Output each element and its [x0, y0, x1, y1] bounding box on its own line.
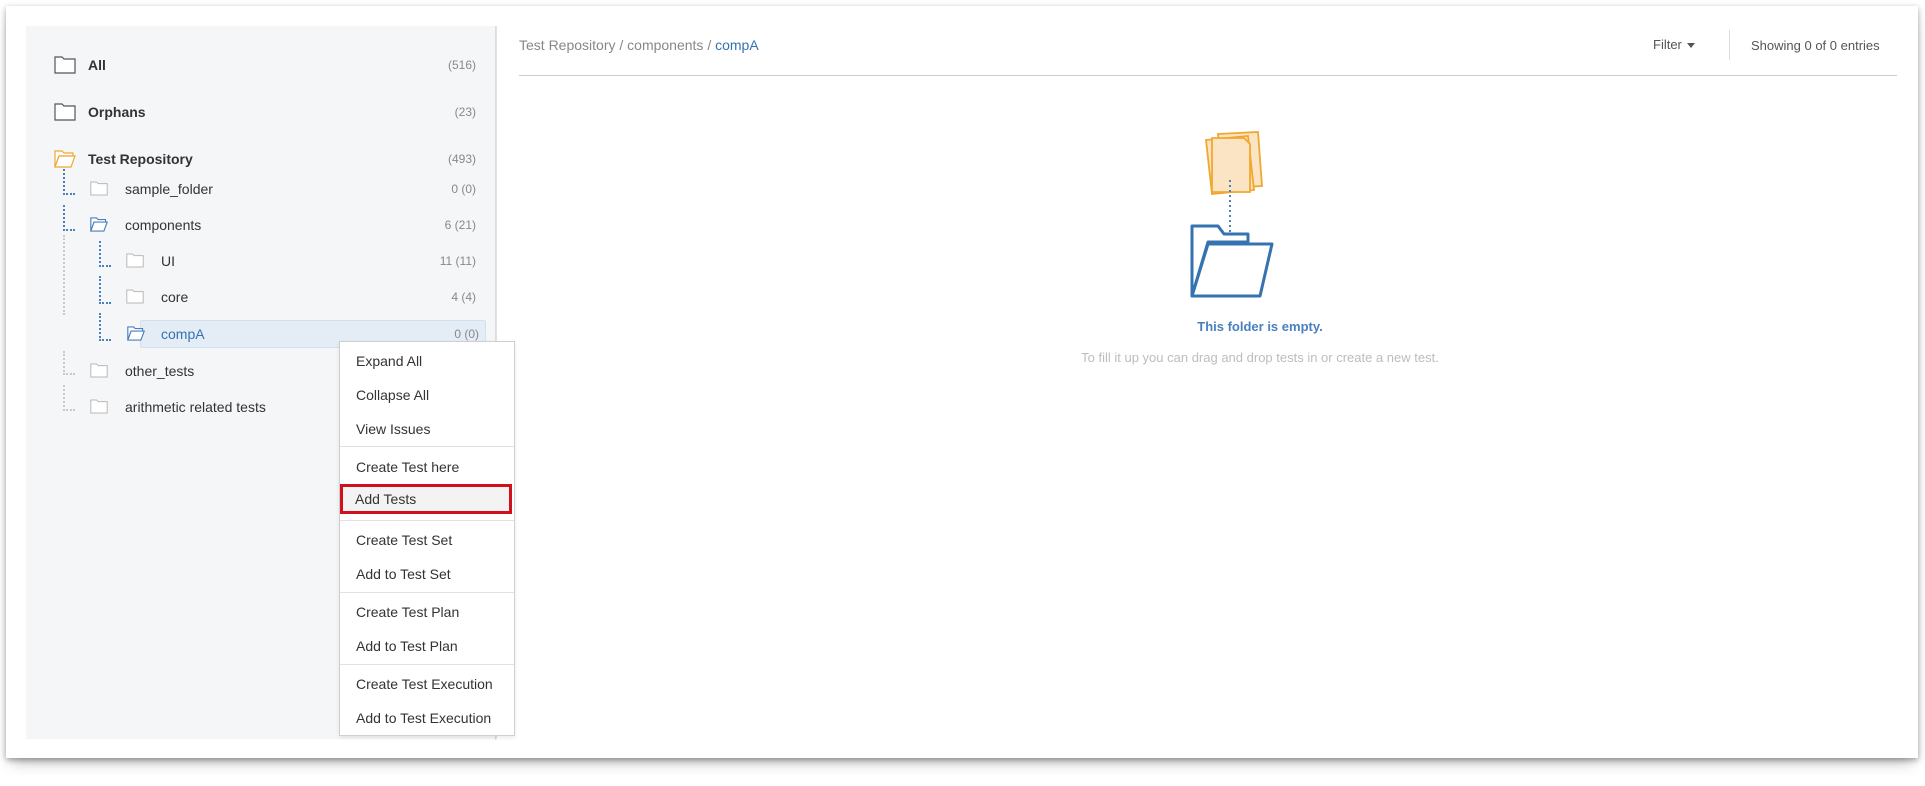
filter-label: Filter	[1653, 37, 1682, 52]
tree-item-count: 6 (21)	[444, 218, 476, 232]
tree-item-label: compA	[161, 326, 205, 342]
empty-state-subtitle: To fill it up you can drag and drop test…	[1081, 350, 1439, 365]
breadcrumb-separator: /	[615, 37, 628, 53]
folder-icon	[54, 103, 76, 121]
breadcrumb-link-components[interactable]: components	[627, 37, 703, 53]
menu-divider	[340, 592, 514, 593]
header-divider	[519, 75, 1897, 76]
tree-item-sample-folder[interactable]: sample_folder 0 (0)	[26, 174, 496, 204]
breadcrumb-link-test-repository[interactable]: Test Repository	[519, 37, 615, 53]
menu-item-create-test-set[interactable]: Create Test Set	[340, 525, 514, 555]
entries-count: Showing 0 of 0 entries	[1751, 38, 1880, 53]
folder-icon	[90, 363, 108, 378]
context-menu: Expand All Collapse All View Issues Crea…	[339, 341, 515, 736]
breadcrumb-current: compA	[715, 37, 759, 53]
tree-item-label: UI	[161, 253, 175, 269]
menu-item-add-to-test-set[interactable]: Add to Test Set	[340, 559, 514, 589]
menu-item-expand-all[interactable]: Expand All	[340, 346, 514, 376]
menu-item-collapse-all[interactable]: Collapse All	[340, 380, 514, 410]
tree-item-components[interactable]: components 6 (21)	[26, 210, 496, 240]
folder-open-icon	[90, 217, 108, 232]
menu-item-view-issues[interactable]: View Issues	[340, 414, 514, 444]
empty-state-title: This folder is empty.	[1197, 319, 1323, 334]
filter-dropdown[interactable]: Filter	[1653, 37, 1695, 52]
empty-folder-illustration	[1190, 131, 1274, 298]
folder-icon	[54, 56, 76, 74]
documents-icon	[1205, 131, 1263, 195]
caret-down-icon	[1686, 43, 1695, 49]
tree-item-count: (516)	[447, 58, 476, 72]
tree-item-count: 4 (4)	[451, 290, 476, 304]
tree-item-label: components	[125, 217, 202, 233]
tree-item-label: All	[88, 57, 106, 73]
tree-item-all[interactable]: All (516)	[26, 50, 496, 80]
tree-item-count: 0 (0)	[451, 182, 476, 196]
tree-item-count: (23)	[454, 105, 476, 119]
folder-icon	[90, 181, 108, 196]
tree-item-orphans[interactable]: Orphans (23)	[26, 97, 496, 127]
menu-item-create-test-here[interactable]: Create Test here	[340, 452, 514, 482]
folder-icon	[126, 289, 144, 304]
folder-icon	[126, 253, 144, 268]
toolbar-separator	[1729, 30, 1730, 60]
tree-item-label: Test Repository	[88, 151, 193, 167]
folder-open-icon	[54, 150, 76, 168]
tree-item-label: sample_folder	[125, 181, 213, 197]
tree-item-label: core	[161, 289, 189, 305]
tree-item-label: arithmetic related tests	[125, 399, 266, 415]
menu-item-add-to-test-execution[interactable]: Add to Test Execution	[340, 703, 514, 733]
folder-open-icon	[127, 326, 145, 341]
folder-open-icon	[1190, 224, 1274, 298]
menu-item-create-test-execution[interactable]: Create Test Execution	[340, 669, 514, 699]
tree-item-label: other_tests	[125, 363, 195, 379]
tree-item-ui[interactable]: UI 11 (11)	[26, 246, 496, 276]
menu-item-add-tests-highlighted[interactable]: Add Tests	[340, 484, 512, 514]
menu-divider	[340, 520, 514, 521]
tree-item-test-repository[interactable]: Test Repository (493)	[26, 144, 496, 174]
breadcrumb-separator: /	[703, 37, 716, 53]
tree-item-core[interactable]: core 4 (4)	[26, 282, 496, 312]
tree-item-label: Orphans	[88, 104, 146, 120]
menu-divider	[340, 664, 514, 665]
menu-divider	[340, 446, 514, 447]
menu-item-add-tests[interactable]: Add Tests	[340, 484, 509, 514]
breadcrumb: Test Repository / components / compA	[519, 37, 759, 53]
tree-item-count: 0 (0)	[454, 327, 479, 341]
tree-item-count: (493)	[447, 152, 476, 166]
tree-item-count: 11 (11)	[439, 254, 476, 268]
menu-item-add-to-test-plan[interactable]: Add to Test Plan	[340, 631, 514, 661]
tree-connector	[99, 313, 111, 341]
menu-item-create-test-plan[interactable]: Create Test Plan	[340, 597, 514, 627]
folder-icon	[90, 399, 108, 414]
